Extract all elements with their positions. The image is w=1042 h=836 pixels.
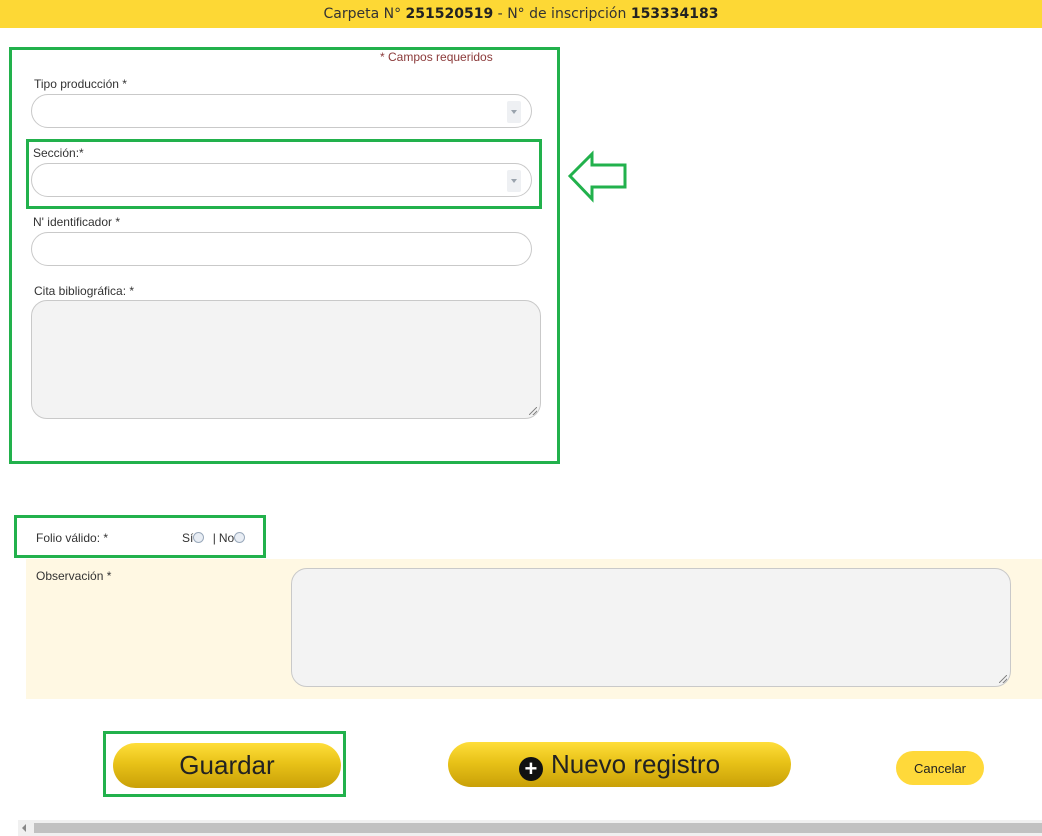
- seccion-label: Sección:*: [33, 146, 84, 160]
- folio-yes-radio[interactable]: [193, 532, 205, 543]
- horizontal-scrollbar[interactable]: [18, 820, 1042, 836]
- cita-textarea[interactable]: [31, 300, 541, 419]
- cita-label: Cita bibliográfica: *: [34, 284, 135, 298]
- chevron-down-icon[interactable]: [507, 170, 521, 192]
- resize-grip-icon[interactable]: [529, 407, 537, 415]
- save-button-label: Guardar: [179, 750, 275, 780]
- observacion-textarea[interactable]: [291, 568, 1011, 687]
- scrollbar-thumb[interactable]: [34, 823, 1042, 833]
- folio-divider: |: [212, 531, 216, 545]
- folio-yes-label: Sí: [182, 531, 194, 545]
- arrow-left-icon: [567, 150, 627, 203]
- tipo-produccion-label: Tipo producción *: [34, 77, 127, 91]
- observacion-label: Observación *: [36, 569, 112, 583]
- plus-circle-icon: +: [518, 756, 543, 781]
- folio-no-label: No: [218, 531, 235, 545]
- resize-grip-icon[interactable]: [999, 675, 1007, 683]
- new-record-label: Nuevo registro: [550, 748, 721, 779]
- folio-label: Folio válido: *: [36, 531, 109, 545]
- inscripcion-number: 153334183: [630, 6, 719, 22]
- header-separator: -: [497, 6, 503, 22]
- save-button[interactable]: Guardar: [113, 743, 341, 788]
- seccion-select[interactable]: [31, 163, 532, 197]
- required-fields-note: * Campos requeridos: [380, 50, 493, 64]
- cancel-button[interactable]: Cancelar: [896, 751, 984, 785]
- identificador-label: N' identificador *: [33, 215, 120, 229]
- inscripcion-label: N° de inscripción: [507, 6, 627, 22]
- folio-options: Sí | No: [182, 531, 246, 545]
- tipo-produccion-select[interactable]: [31, 94, 532, 128]
- scroll-left-icon[interactable]: [22, 824, 26, 832]
- chevron-down-icon[interactable]: [507, 101, 521, 123]
- record-header: Carpeta N° 251520519 - N° de inscripción…: [0, 0, 1042, 28]
- carpeta-label: Carpeta N°: [323, 6, 402, 22]
- identificador-input[interactable]: [31, 232, 532, 266]
- folio-no-radio[interactable]: [234, 532, 246, 543]
- cancel-button-label: Cancelar: [913, 760, 967, 776]
- carpeta-number: 251520519: [405, 6, 494, 22]
- new-record-button[interactable]: + Nuevo registro: [448, 742, 791, 787]
